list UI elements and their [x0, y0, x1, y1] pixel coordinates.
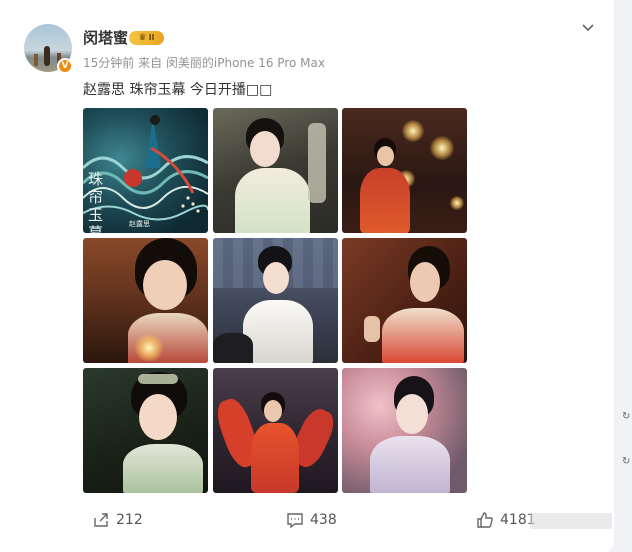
photo-1[interactable]: 珠帘玉幕 赵露思	[83, 108, 208, 233]
more-chevron-icon[interactable]	[580, 20, 596, 36]
side-scroll-marker-2: ↻	[622, 456, 631, 467]
like-button[interactable]: 4181	[476, 508, 536, 532]
photo-3-robe	[360, 168, 410, 233]
member-level-badge[interactable]: ♛ II	[129, 31, 164, 45]
photo-7-robe	[123, 444, 203, 493]
photo-9-robe	[370, 436, 450, 493]
action-bar: 212 438 4181	[0, 508, 614, 532]
post-meta[interactable]: 15分钟前 来自 闵美丽的iPhone 16 Pro Max	[83, 54, 325, 71]
photo-5-face	[263, 262, 289, 294]
photo-6-hand	[364, 316, 380, 342]
photo-3-candle-1	[402, 120, 424, 142]
avatar-figure-left	[34, 54, 38, 66]
share-count: 212	[116, 512, 143, 528]
comment-button[interactable]: 438	[286, 508, 337, 532]
side-scroll-marker-1: ↻	[622, 411, 631, 422]
photo-7[interactable]	[83, 368, 208, 493]
author-name[interactable]: 闵塔蜜	[83, 27, 128, 48]
weibo-post-card: V 闵塔蜜 ♛ II 15分钟前 来自 闵美丽的iPhone 16 Pro Ma…	[0, 0, 614, 552]
comment-icon	[287, 513, 303, 529]
photo-8[interactable]	[213, 368, 338, 493]
crown-icon: ♛	[138, 33, 147, 43]
photo-5[interactable]	[213, 238, 338, 363]
photo-8-robe	[251, 423, 299, 493]
comment-count: 438	[310, 512, 337, 528]
photo-2[interactable]	[213, 108, 338, 233]
photo-4-candle	[135, 334, 163, 362]
like-icon	[477, 512, 493, 528]
avatar-figure	[44, 46, 50, 66]
photo-2-robe	[235, 168, 310, 233]
photo-3-candle-4	[450, 196, 464, 210]
photo-5-shadow	[213, 333, 253, 363]
photo-3[interactable]	[342, 108, 467, 233]
photo-7-face	[139, 394, 177, 440]
watermark	[530, 513, 612, 529]
poster-caption: 赵露思	[129, 220, 150, 228]
photo-6-face	[410, 262, 440, 302]
share-icon	[94, 513, 108, 527]
photo-9-face	[396, 394, 428, 434]
member-level-number: II	[148, 33, 155, 42]
post-text: 赵露思 珠帘玉幕 今日开播□□	[83, 82, 273, 98]
photo-9[interactable]	[342, 368, 467, 493]
photo-6-robe	[382, 308, 464, 363]
share-button[interactable]: 212	[92, 508, 143, 532]
photo-4[interactable]	[83, 238, 208, 363]
photo-3-candle-2	[430, 136, 454, 160]
photo-2-figure-bg	[308, 123, 326, 203]
verified-badge-icon: V	[57, 58, 73, 74]
photo-4-face	[143, 260, 187, 310]
photo-7-headdress	[138, 374, 178, 384]
photo-3-face	[377, 146, 394, 166]
poster-title: 珠帘玉幕	[88, 170, 104, 233]
photo-6[interactable]	[342, 238, 467, 363]
photo-5-robe	[243, 300, 313, 363]
photo-2-face	[250, 131, 280, 167]
photo-grid: 珠帘玉幕 赵露思	[83, 108, 468, 494]
photo-8-face	[264, 400, 282, 422]
